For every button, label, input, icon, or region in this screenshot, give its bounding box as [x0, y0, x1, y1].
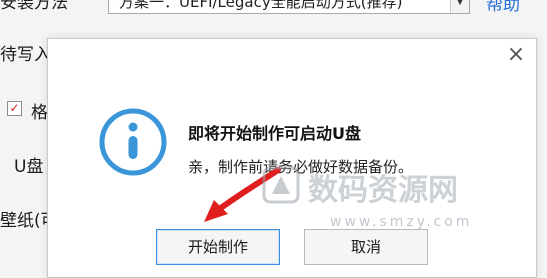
chevron-down-icon[interactable]: ▼ — [450, 0, 469, 13]
info-icon — [99, 108, 167, 176]
close-button[interactable]: × — [506, 42, 526, 67]
close-icon: × — [506, 42, 526, 67]
install-method-dropdown[interactable]: 方案一：UEFI/Legacy全能启动方式(推荐) ▼ — [108, 0, 470, 14]
format-checkbox-label: 格 — [31, 103, 48, 123]
dialog-message: 亲，制作前请务必做好数据备份。 — [188, 158, 414, 176]
start-button[interactable]: 开始制作 — [156, 229, 280, 265]
write-target-label: 待写入 — [0, 45, 51, 65]
confirm-dialog: × 即将开始制作可启动U盘 亲，制作前请务必做好数据备份。 开始制作 取消 — [47, 38, 537, 278]
help-link[interactable]: 帮助 — [486, 0, 520, 15]
install-method-label: 安装方法 — [0, 0, 68, 13]
install-method-value: 方案一：UEFI/Legacy全能启动方式(推荐) — [119, 0, 403, 11]
format-checkbox[interactable]: ✓ — [7, 101, 22, 116]
udisk-label: U盘 — [14, 157, 44, 177]
cancel-button[interactable]: 取消 — [304, 229, 428, 265]
dialog-title: 即将开始制作可启动U盘 — [188, 124, 361, 143]
